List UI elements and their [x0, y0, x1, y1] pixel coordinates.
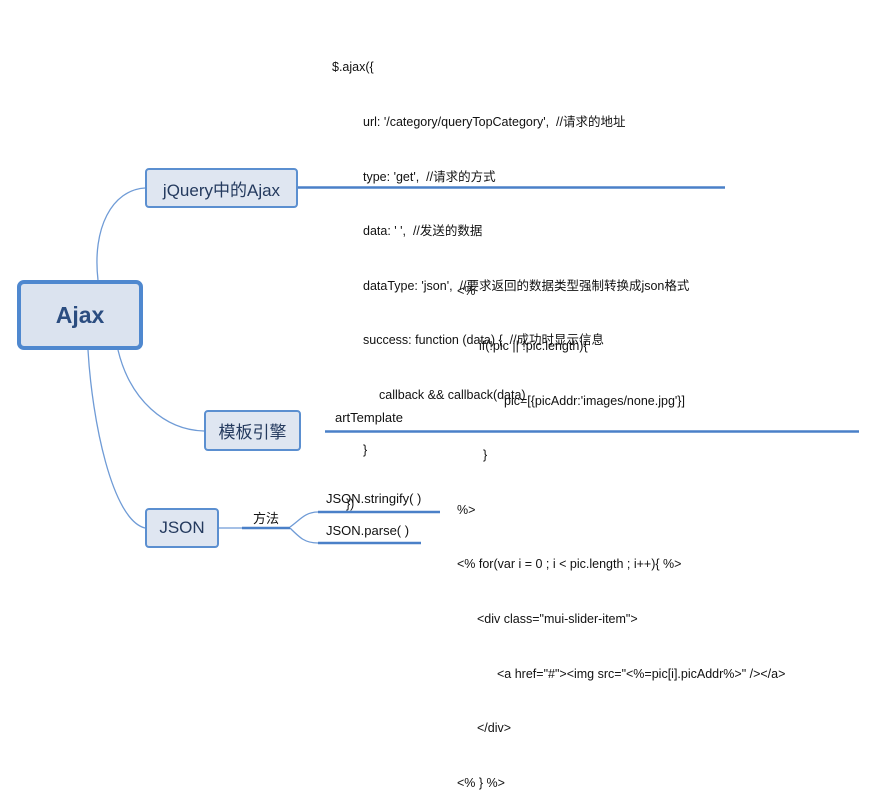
- arttemplate-label[interactable]: artTemplate: [335, 410, 403, 425]
- json-stringify-label[interactable]: JSON.stringify( ): [326, 491, 421, 506]
- node-template-engine[interactable]: 模板引擎: [204, 410, 301, 451]
- code-line: <a href="#"><img src="<%=pic[i].picAddr%…: [497, 666, 786, 681]
- node-template-label: 模板引擎: [218, 423, 287, 442]
- link-method-parse: [289, 527, 319, 544]
- code-line: type: 'get', //请求的方式: [363, 169, 496, 184]
- link-root-jquery: [96, 187, 146, 281]
- code-line: url: '/category/queryTopCategory', //请求的…: [363, 115, 626, 130]
- arttemplate-code: <% if(!pic || !pic.length){ pic=[{picAdd…: [457, 246, 785, 810]
- code-line: data: ' ', //发送的数据: [363, 224, 483, 239]
- json-parse-label[interactable]: JSON.parse( ): [326, 523, 409, 538]
- link-method-stringify: [289, 511, 319, 528]
- code-line: }: [483, 448, 488, 463]
- node-jquery-ajax[interactable]: jQuery中的Ajax: [145, 168, 298, 208]
- code-line: $.ajax({: [332, 60, 374, 75]
- code-line: <% } %>: [457, 775, 505, 790]
- code-line: <div class="mui-slider-item">: [477, 612, 638, 627]
- code-line: pic=[{picAddr:'images/none.jpg'}]: [504, 393, 685, 408]
- root-node-ajax[interactable]: Ajax: [17, 280, 143, 350]
- root-node-label: Ajax: [55, 301, 105, 328]
- link-root-json: [87, 349, 146, 529]
- code-line: <%: [457, 284, 476, 299]
- code-line: </div>: [477, 721, 512, 736]
- code-line: %>: [457, 502, 476, 517]
- json-method-label[interactable]: 方法: [253, 508, 279, 527]
- node-jquery-label: jQuery中的Ajax: [162, 180, 281, 200]
- node-json[interactable]: JSON: [145, 508, 219, 548]
- node-json-label: JSON: [159, 518, 205, 537]
- code-line: if(!pic || !pic.length){: [479, 339, 588, 354]
- link-root-template: [117, 349, 205, 432]
